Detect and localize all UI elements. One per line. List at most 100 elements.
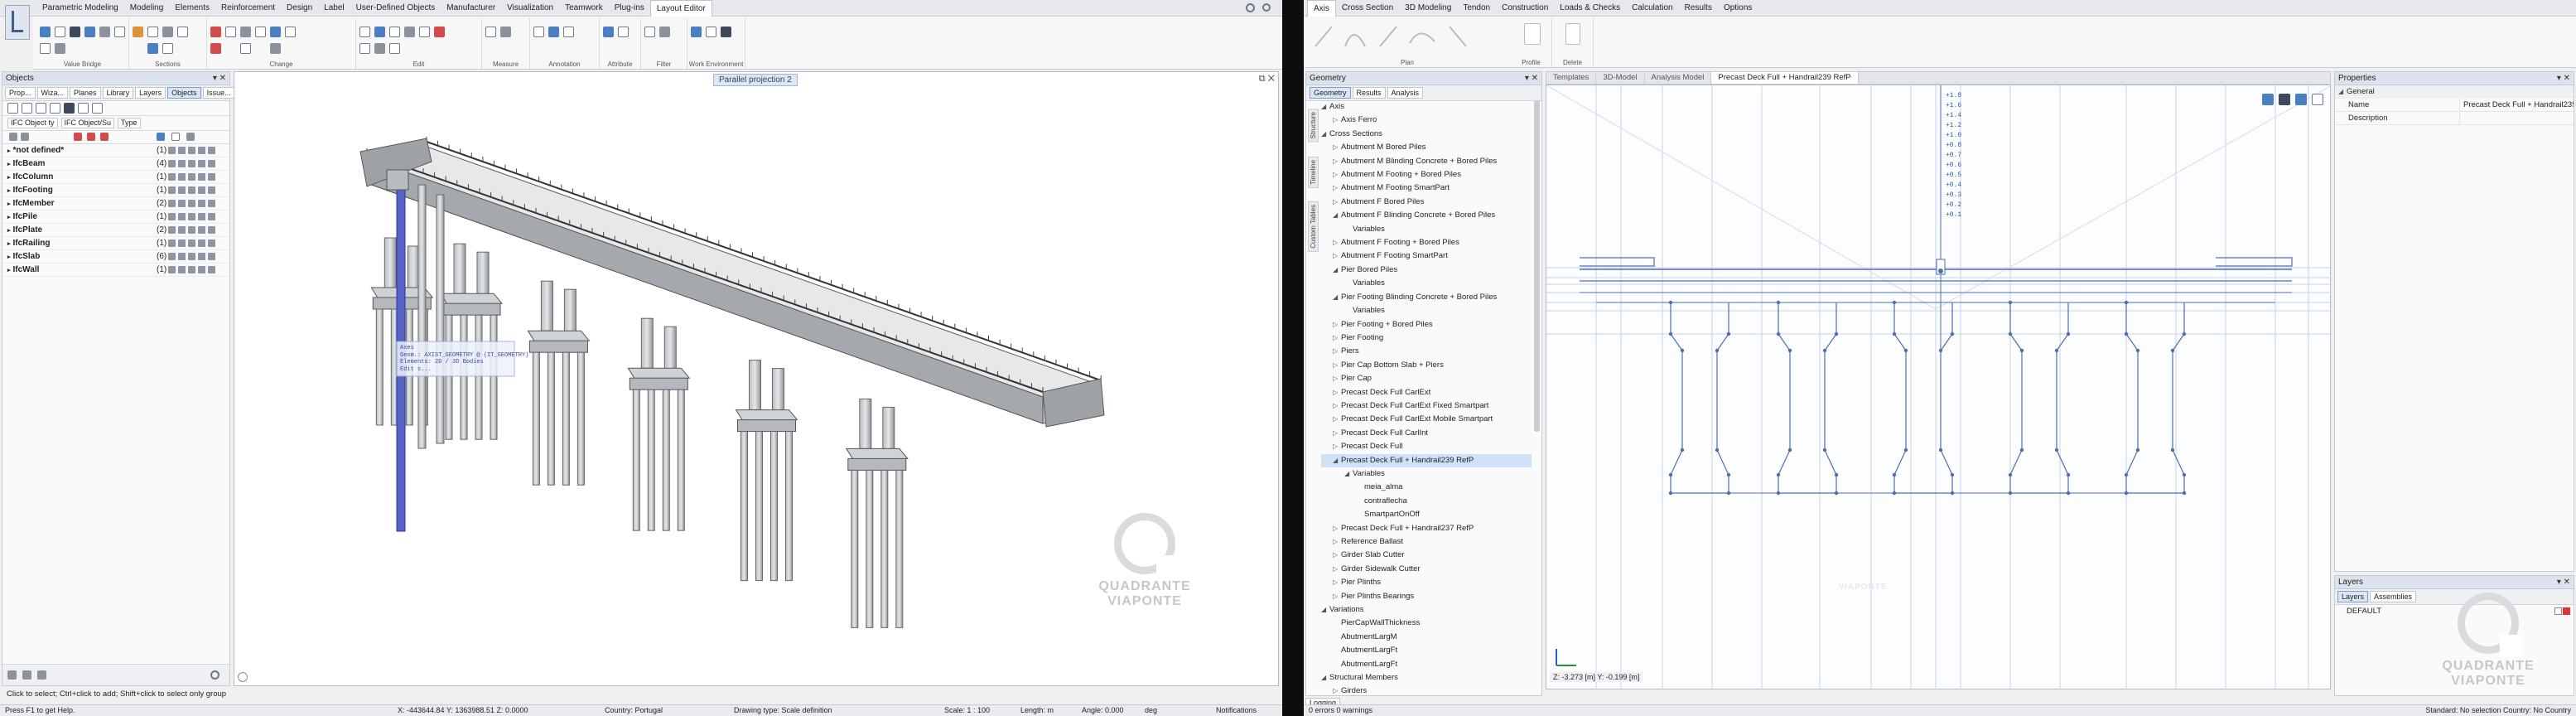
layer-visibility-icon[interactable] [2554,607,2562,615]
tool-icon[interactable] [9,133,17,141]
menu-item[interactable]: Teamwork [559,3,609,12]
tool-icon[interactable] [92,103,103,114]
expand-icon[interactable]: ▸ [7,214,11,220]
menu-item[interactable]: Parametric Modeling [36,3,124,12]
expand-icon[interactable]: ▷ [1333,590,1341,603]
tree-item[interactable]: ▷ Precast Deck Full + Handrail237 RefP [1321,522,1532,535]
menu-item[interactable]: User-Defined Objects [350,3,441,12]
panel-tab[interactable]: Results [1352,87,1386,99]
color-icon[interactable] [198,226,205,234]
visibility-icon[interactable] [178,160,186,167]
expand-icon[interactable]: ▷ [1333,249,1341,263]
status-length[interactable]: Length: m [1020,705,1054,716]
mirror-icon[interactable] [404,27,415,37]
expand-icon[interactable]: ▷ [1333,196,1341,209]
checkbox-icon[interactable] [168,200,176,207]
filter-icon[interactable] [644,27,655,37]
expand-icon[interactable]: ▷ [1333,318,1341,331]
expand-icon[interactable]: ▷ [1333,535,1341,549]
panel-pin-icon[interactable]: ▾ ✕ [2557,576,2570,588]
tree-item[interactable]: ◢ Structural Members [1321,671,1532,685]
checkbox-icon[interactable] [168,173,176,181]
visibility-icon[interactable] [178,173,186,181]
collapse-icon[interactable]: ◢ [1344,467,1353,481]
tree-scrollbar[interactable] [1534,100,1540,432]
tool-icon[interactable] [78,103,89,114]
tree-item[interactable]: ◢ Pier Bored Piles [1321,264,1532,277]
tree-item[interactable]: ◢ Pier Footing Blinding Concrete + Bored … [1321,291,1532,304]
layer-color-icon[interactable] [2563,607,2570,615]
menu-icon[interactable] [208,239,215,247]
tree-item[interactable]: PierCapWallThickness [1321,617,1532,630]
delete-icon[interactable] [434,27,445,37]
tool-icon[interactable] [74,133,82,141]
collapse-icon[interactable]: ◢ [1333,454,1341,467]
object-row[interactable]: ▸ IfcBeam (4) [2,157,229,171]
annotation-icon[interactable] [533,27,544,37]
menu-icon[interactable] [208,186,215,194]
tool-icon[interactable] [50,103,60,114]
object-row[interactable]: ▸ IfcSlab (6) [2,250,229,264]
tree-item[interactable]: ▷ Reference Ballast [1321,535,1532,549]
lock-icon[interactable] [188,160,195,167]
text-b-icon[interactable] [84,27,95,37]
vertical-tab-structure[interactable]: Structure [1308,109,1319,143]
status-angle[interactable]: Angle: 0.000 [1082,705,1124,716]
tree-item[interactable]: ▷ Precast Deck Full CarlInt [1321,427,1532,440]
panel-close-icon[interactable]: ▾ ✕ [213,72,226,85]
tree-item[interactable]: meia_alma [1321,481,1532,494]
tree-item[interactable]: ▷ Pier Plinths Bearings [1321,590,1532,603]
visibility-icon[interactable] [178,226,186,234]
measure-icon[interactable] [485,27,496,37]
tree-item[interactable]: ◢ Abutment F Blinding Concrete + Bored Pi… [1321,209,1532,222]
stretch-icon[interactable] [419,27,430,37]
tree-item[interactable]: ▷ Abutment M Footing + Bored Piles [1321,168,1532,181]
expand-icon[interactable]: ▷ [1333,399,1341,413]
expand-icon[interactable]: ▷ [1333,576,1341,589]
lock-icon[interactable] [188,186,195,194]
tree-item[interactable]: ◢ Variations [1321,603,1532,617]
tree-item[interactable]: ▷ Axis Ferro [1321,114,1532,127]
menu-item[interactable]: Plug-ins [609,3,650,12]
visibility-icon[interactable] [178,186,186,194]
menu-item[interactable]: 3D Modeling [1399,3,1457,12]
filter-icon[interactable] [2279,94,2290,105]
edit-icon[interactable] [374,43,385,54]
expand-icon[interactable]: ▸ [7,240,11,247]
tool-icon[interactable] [99,27,110,37]
menu-icon[interactable] [208,173,215,181]
measure-icon[interactable] [500,27,511,37]
expand-icon[interactable]: ▷ [1333,236,1341,249]
checkbox-icon[interactable] [168,266,176,273]
footer-icon[interactable] [37,670,46,680]
menu-item[interactable]: Elements [169,3,215,12]
section-icon[interactable] [162,43,173,54]
collapse-icon[interactable]: ◢ [1321,128,1329,141]
section-icon[interactable] [177,27,188,37]
tree-item[interactable]: ▷ Pier Footing + Bored Piles [1321,318,1532,331]
expand-icon[interactable]: ▸ [7,254,11,260]
tool-icon[interactable] [7,103,18,114]
lock-icon[interactable] [188,253,195,260]
panel-tab[interactable]: Layers [135,87,166,99]
vertical-tab-custom-tables[interactable]: Custom Tables [1308,201,1319,252]
expand-icon[interactable]: ▷ [1333,522,1341,535]
filter-icon[interactable] [659,27,670,37]
expand-icon[interactable]: ▷ [1333,685,1341,695]
collapse-icon[interactable]: ◢ [1333,291,1341,304]
menu-item[interactable]: Cross Section [1336,3,1399,12]
annotation-icon[interactable] [563,27,574,37]
pen-icon[interactable] [210,27,221,37]
lock-icon[interactable] [188,173,195,181]
panel-tab[interactable]: Objects [167,87,201,99]
tree-item[interactable]: ▷ Pier Cap [1321,372,1532,385]
menu-icon[interactable] [208,200,215,207]
panel-tab[interactable]: Assemblies [2370,591,2417,602]
expand-icon[interactable]: ▷ [1333,155,1341,168]
expand-icon[interactable]: ▸ [7,187,11,194]
section-icon[interactable] [133,27,143,37]
object-row[interactable]: ▸ IfcRailing (1) [2,237,229,250]
menu-icon[interactable] [208,213,215,220]
expand-icon[interactable]: ▷ [1333,141,1341,154]
color-icon[interactable] [198,253,205,260]
